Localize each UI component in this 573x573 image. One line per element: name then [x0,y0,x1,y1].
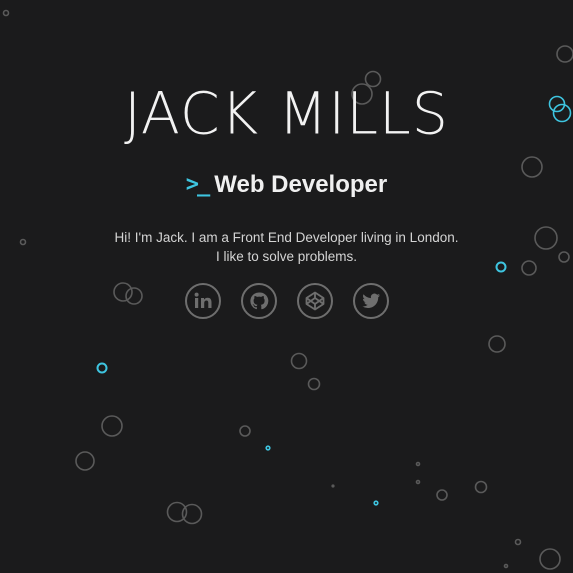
bubble [96,362,108,374]
twitter-link[interactable] [352,283,389,319]
bubble [2,9,10,17]
bio-line: Hi! I'm Jack. I am a Front End Developer… [114,230,459,245]
bubble [514,538,522,546]
bubble [307,377,321,391]
codepen-icon [305,291,324,311]
social-links [0,283,573,319]
bubble [415,479,421,485]
bubble [75,451,95,471]
bubble [474,480,488,494]
bubble [503,563,509,569]
bubble [239,425,251,437]
bubble [290,352,308,370]
linkedin-icon [194,292,211,308]
bubble [101,415,123,437]
bubble [436,489,448,501]
bubble [373,500,379,506]
github-link[interactable] [240,283,277,319]
github-icon [249,292,268,310]
role-title: Web Developer [214,171,388,198]
bubble [265,445,271,451]
bubble [331,484,335,488]
twitter-icon [361,293,380,309]
linkedin-link[interactable] [184,283,221,319]
codepen-link[interactable] [296,283,333,319]
terminal-prompt-icon: >_ [185,172,210,197]
role-line: >_ Web Developer [0,170,573,200]
bubble [415,461,421,467]
bubble [539,548,561,570]
bubble [488,335,506,353]
bubble [181,503,203,525]
page-title: JACK MILLS [124,80,449,148]
bio-line: I like to solve problems. [215,249,358,264]
landing-page: JACK MILLS >_ Web Developer Hi! I'm Jack… [0,0,573,573]
bubble [556,45,573,63]
bio: Hi! I'm Jack. I am a Front End Developer… [0,228,573,266]
